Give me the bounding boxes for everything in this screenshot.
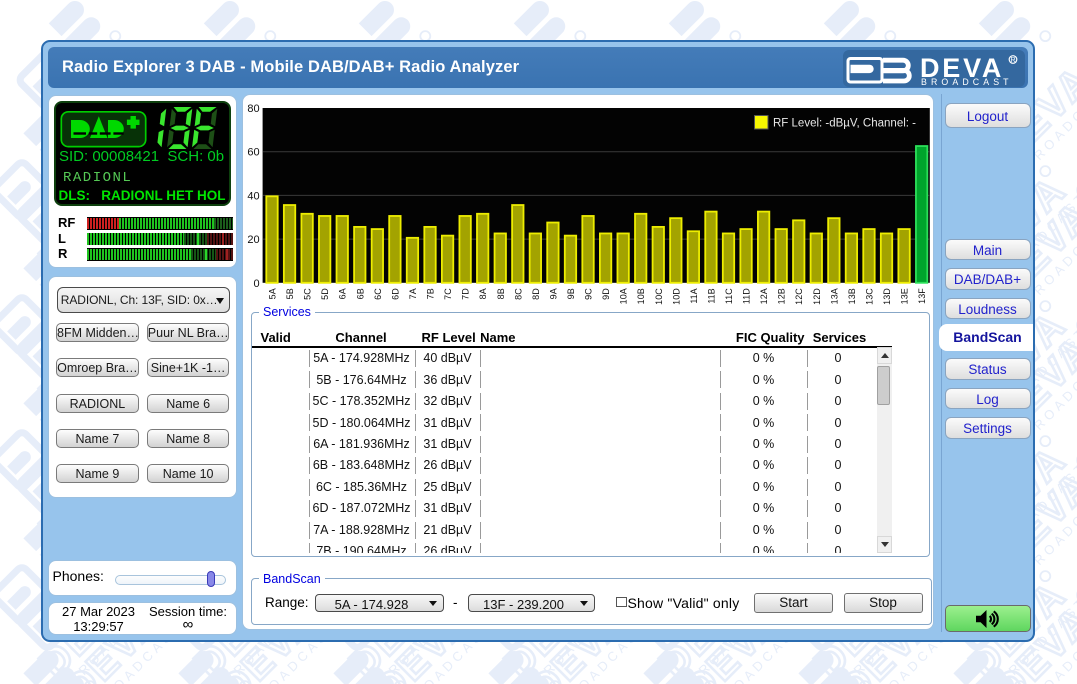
svg-text:5A: 5A bbox=[268, 288, 278, 299]
svg-text:0: 0 bbox=[253, 278, 259, 290]
svg-text:8B: 8B bbox=[496, 288, 506, 299]
svg-text:80: 80 bbox=[247, 103, 259, 115]
svg-text:7C: 7C bbox=[443, 288, 453, 300]
svg-text:20: 20 bbox=[247, 234, 259, 246]
svg-text:6B: 6B bbox=[355, 288, 365, 299]
svg-text:8A: 8A bbox=[478, 288, 488, 299]
svg-text:7D: 7D bbox=[461, 288, 471, 300]
svg-text:BROADCAST: BROADCAST bbox=[921, 77, 1013, 87]
svg-text:7A: 7A bbox=[408, 288, 418, 299]
svg-text:RF Level: -dBµV, Channel: -: RF Level: -dBµV, Channel: - bbox=[773, 118, 916, 130]
svg-text:5C: 5C bbox=[303, 288, 313, 300]
svg-text:11D: 11D bbox=[742, 288, 752, 304]
svg-text:R: R bbox=[1010, 57, 1015, 64]
svg-text:11C: 11C bbox=[724, 288, 734, 304]
svg-text:9D: 9D bbox=[601, 288, 611, 300]
svg-text:10D: 10D bbox=[671, 288, 681, 305]
svg-text:12A: 12A bbox=[759, 288, 769, 304]
svg-text:6C: 6C bbox=[373, 288, 383, 300]
svg-text:13C: 13C bbox=[864, 288, 874, 305]
svg-text:6D: 6D bbox=[390, 288, 400, 300]
svg-text:12C: 12C bbox=[794, 288, 804, 305]
svg-text:12B: 12B bbox=[777, 288, 787, 304]
svg-text:8C: 8C bbox=[513, 288, 523, 300]
svg-text:10C: 10C bbox=[654, 288, 664, 305]
svg-text:40: 40 bbox=[247, 190, 259, 202]
svg-text:7B: 7B bbox=[426, 288, 436, 299]
svg-text:13F: 13F bbox=[917, 288, 927, 304]
svg-text:9A: 9A bbox=[548, 288, 558, 299]
svg-text:60: 60 bbox=[247, 147, 259, 159]
svg-text:10A: 10A bbox=[619, 288, 629, 304]
svg-text:9C: 9C bbox=[584, 288, 594, 300]
svg-text:11A: 11A bbox=[689, 288, 699, 303]
svg-text:5D: 5D bbox=[320, 288, 330, 300]
svg-text:13B: 13B bbox=[847, 288, 857, 304]
svg-text:13D: 13D bbox=[882, 288, 892, 305]
svg-text:6A: 6A bbox=[338, 288, 348, 299]
svg-text:5B: 5B bbox=[285, 288, 295, 299]
svg-text:8D: 8D bbox=[531, 288, 541, 300]
svg-text:13A: 13A bbox=[829, 288, 839, 304]
svg-text:9B: 9B bbox=[566, 288, 576, 299]
svg-text:10B: 10B bbox=[636, 288, 646, 304]
svg-text:12D: 12D bbox=[812, 288, 822, 305]
svg-text:11B: 11B bbox=[706, 288, 716, 303]
svg-text:13E: 13E bbox=[900, 288, 910, 304]
